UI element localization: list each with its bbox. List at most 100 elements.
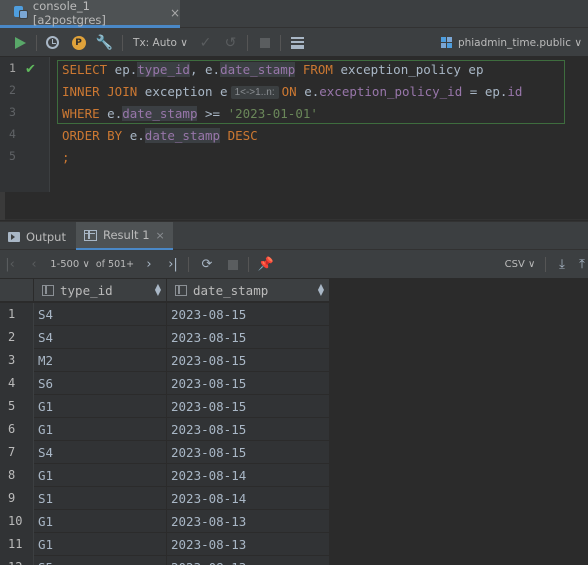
prev-page-button[interactable]: ‹ [26,250,42,279]
stop-button[interactable] [256,34,273,51]
first-page-button[interactable]: |‹ [2,250,18,279]
table-row[interactable]: 6 G1 2023-08-15 [0,418,330,441]
cell-date-stamp[interactable]: 2023-08-15 [167,372,330,395]
stop-icon [228,259,238,270]
code-token: e. [296,84,320,99]
tab-console-label: console_1 [a2postgres] [32,0,106,27]
tx-mode-dropdown[interactable]: Tx: Auto ∨ [133,34,188,51]
next-page-button[interactable]: › [141,250,157,279]
download-button[interactable]: ⤓ [553,250,571,279]
close-icon[interactable]: × [156,229,165,242]
code-line[interactable]: INNER JOIN exception e 1<->1..n: ON e.exce… [62,82,522,102]
history-button[interactable] [44,34,61,51]
code-line[interactable]: ; [62,148,70,168]
table-row[interactable]: 4 S6 2023-08-15 [0,372,330,395]
cell-date-stamp[interactable]: 2023-08-14 [167,464,330,487]
run-button[interactable] [12,34,28,51]
export-format-dropdown[interactable]: CSV ∨ [503,250,537,279]
cancel-query-button[interactable] [225,250,241,279]
column-header-date-stamp[interactable]: date_stamp ▲ ▼ [167,279,330,302]
row-number: 1 [0,303,34,326]
last-page-icon: ›| [168,257,178,272]
close-icon[interactable]: × [170,6,180,20]
tab-output-label: Output [26,229,66,244]
cell-date-stamp[interactable]: 2023-08-13 [167,533,330,556]
row-number: 8 [0,464,34,487]
cell-type-id[interactable]: G1 [34,533,167,556]
cell-date-stamp[interactable]: 2023-08-15 [167,441,330,464]
table-row[interactable]: 2 S4 2023-08-15 [0,326,330,349]
table-row[interactable]: 11 G1 2023-08-13 [0,533,330,556]
tx-mode-label: Tx: Auto ∨ [133,36,188,49]
code-token: date_stamp [220,62,296,77]
column-header-type-id[interactable]: type_id ▲ ▼ [34,279,167,302]
table-row[interactable]: 1 S4 2023-08-15 [0,303,330,326]
settings-button[interactable]: 🔧 [96,34,113,51]
toolbar-divider [280,35,281,51]
cell-type-id[interactable]: S4 [34,303,167,326]
line-number: 2 [9,83,16,97]
pin-tab-button[interactable]: 📌 [257,250,275,279]
code-line[interactable]: ORDER BY e.date_stamp DESC [62,126,258,146]
code-line[interactable]: WHERE e.date_stamp >= '2023-01-01' [62,104,318,124]
cell-date-stamp[interactable]: 2023-08-13 [167,510,330,533]
table-row[interactable]: 5 G1 2023-08-15 [0,395,330,418]
editor-scrollbar[interactable] [0,192,5,220]
editor-scroll-area [0,192,588,220]
cell-type-id[interactable]: G1 [34,464,167,487]
code-token: '2023-01-01' [227,106,318,121]
sort-icon[interactable]: ▲ ▼ [155,283,161,297]
cell-date-stamp[interactable]: 2023-08-15 [167,395,330,418]
row-number: 3 [0,349,34,372]
code-line[interactable]: SELECT ep.type_id, e.date_stamp FROM exc… [62,60,483,80]
cell-date-stamp[interactable]: 2023-08-15 [167,418,330,441]
code-token: ON [281,84,297,99]
table-row[interactable]: 12S52023-08-13 [0,556,330,565]
reload-button[interactable]: ⟳ [198,250,216,279]
last-page-button[interactable]: ›| [165,250,181,279]
console-icon [14,6,28,19]
rollback-button[interactable]: ↺ [222,34,239,51]
schema-label: phiadmin_time.public ∨ [457,36,582,49]
cell-type-id[interactable]: S6 [34,372,167,395]
tab-console[interactable]: console_1 [a2postgres] × [0,0,180,28]
row-number: 5 [0,395,34,418]
sql-editor[interactable]: 1 2 3 4 5 ✔ SELECT ep.type_id, e.date_st… [0,57,588,192]
cell-type-id[interactable]: S4 [34,326,167,349]
cell-date-stamp[interactable]: 2023-08-13 [167,556,330,565]
sort-icon[interactable]: ▲ ▼ [318,283,324,297]
code-token: ORDER BY [62,128,123,143]
cell-type-id[interactable]: S1 [34,487,167,510]
table-row[interactable]: 9 S1 2023-08-14 [0,487,330,510]
cell-type-id[interactable]: G1 [34,418,167,441]
profile-button[interactable]: P [70,34,87,51]
output-layout-button[interactable] [289,34,306,51]
cell-type-id[interactable]: G1 [34,510,167,533]
table-row[interactable]: 3 M2 2023-08-15 [0,349,330,372]
row-number: 6 [0,418,34,441]
table-row[interactable]: 10 G1 2023-08-13 [0,510,330,533]
schema-icon [440,36,453,49]
table-row[interactable]: 8 G1 2023-08-14 [0,464,330,487]
page-size-dropdown[interactable]: 1-500 ∨ [50,250,90,279]
cell-date-stamp[interactable]: 2023-08-15 [167,349,330,372]
schema-selector[interactable]: phiadmin_time.public ∨ [440,34,582,51]
line-number: 5 [9,149,16,163]
cell-type-id[interactable]: S4 [34,441,167,464]
cell-type-id[interactable]: G1 [34,395,167,418]
cell-date-stamp[interactable]: 2023-08-14 [167,487,330,510]
column-name: date_stamp [193,282,269,298]
cell-type-id[interactable]: M2 [34,349,167,372]
commit-button[interactable]: ✓ [197,34,214,51]
line-number: 4 [9,127,16,141]
tab-output[interactable]: Output [0,222,74,251]
results-tab-bar: Output Result 1 × [0,221,588,251]
cell-date-stamp[interactable]: 2023-08-15 [167,303,330,326]
tab-result-1[interactable]: Result 1 × [76,222,173,251]
cell-date-stamp[interactable]: 2023-08-15 [167,326,330,349]
cell-type-id[interactable]: S5 [34,556,167,565]
table-row[interactable]: 7 S4 2023-08-15 [0,441,330,464]
upload-button[interactable]: ⤒ [576,250,588,279]
code-token: ep. [107,62,138,77]
